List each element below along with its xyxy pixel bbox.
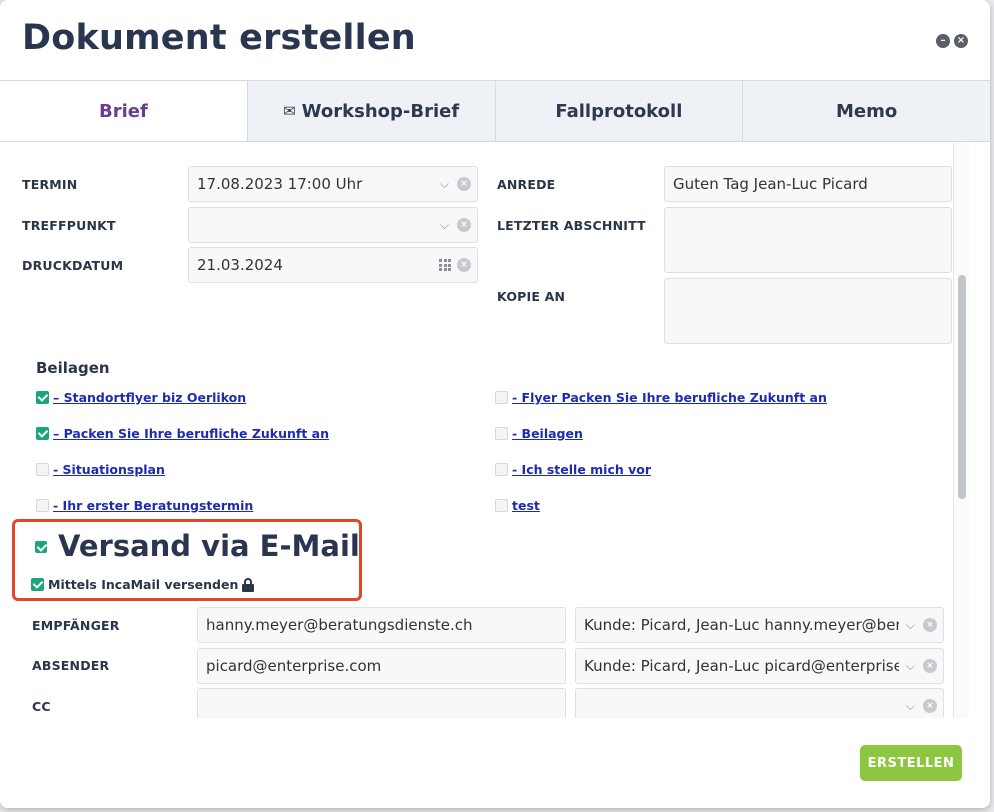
absender-input[interactable]: picard@enterprise.com — [197, 648, 566, 684]
termin-value: 17.08.2023 17:00 Uhr — [197, 175, 363, 193]
clear-icon[interactable]: × — [457, 258, 471, 272]
checkbox[interactable] — [36, 427, 49, 440]
checkbox[interactable] — [31, 578, 44, 591]
kopie-an-label: KOPIE AN — [497, 289, 566, 304]
absender-label: ABSENDER — [32, 658, 110, 673]
druckdatum-value: 21.03.2024 — [197, 256, 283, 274]
beilage-link[interactable]: – Standortflyer biz Oerlikon — [53, 390, 246, 405]
tab-label: Brief — [98, 100, 148, 122]
versand-title: Versand via E-Mail — [58, 529, 360, 563]
document-dialog: Dokument erstellen – × Brief ✉ Workshop-… — [0, 0, 990, 808]
treffpunkt-select[interactable]: ⌵ × — [188, 207, 478, 243]
beilage-link[interactable]: - Ihr erster Beratungstermin — [53, 498, 253, 513]
envelope-icon: ✉ — [283, 102, 296, 120]
window-controls: – × — [936, 34, 968, 48]
minimize-icon[interactable]: – — [936, 34, 950, 48]
clear-icon[interactable]: × — [923, 618, 937, 632]
empfaenger-value: hanny.meyer@beratungsdienste.ch — [206, 616, 473, 634]
calendar-icon[interactable] — [439, 259, 451, 271]
beilage-item[interactable]: – Standortflyer biz Oerlikon — [36, 390, 246, 405]
clear-icon[interactable]: × — [923, 659, 937, 673]
anrede-label: ANREDE — [497, 177, 556, 192]
chevron-down-icon[interactable]: ⌵ — [440, 167, 449, 201]
empfaenger-select-value: Kunde: Picard, Jean-Luc hanny.meyer@bera… — [584, 616, 899, 634]
letzter-abschnitt-textarea[interactable] — [664, 207, 952, 273]
beilage-link[interactable]: - Ich stelle mich vor — [512, 462, 651, 477]
beilage-item[interactable]: test — [495, 498, 540, 513]
chevron-down-icon[interactable]: ⌵ — [906, 608, 915, 642]
beilage-item[interactable]: - Situationsplan — [36, 462, 165, 477]
checkbox[interactable] — [495, 463, 508, 476]
checkbox[interactable] — [36, 463, 49, 476]
absender-value: picard@enterprise.com — [206, 657, 382, 675]
beilagen-title: Beilagen — [36, 359, 110, 377]
beilage-item[interactable]: – Packen Sie Ihre berufliche Zukunft an — [36, 426, 329, 441]
checkbox[interactable] — [35, 541, 47, 553]
chevron-down-icon[interactable]: ⌵ — [906, 649, 915, 683]
scrollbar-thumb[interactable] — [958, 275, 966, 499]
cc-input[interactable] — [197, 688, 566, 718]
checkbox[interactable] — [495, 391, 508, 404]
cc-label: CC — [32, 699, 51, 714]
tab-label: Workshop-Brief — [301, 100, 460, 122]
beilage-link[interactable]: test — [512, 498, 540, 513]
dialog-footer — [0, 718, 990, 808]
beilage-item[interactable]: - Ich stelle mich vor — [495, 462, 651, 477]
dialog-title: Dokument erstellen — [22, 18, 416, 58]
tab-workshop-brief[interactable]: ✉ Workshop-Brief — [246, 81, 495, 141]
beilage-link[interactable]: - Beilagen — [512, 426, 583, 441]
termin-label: TERMIN — [22, 177, 78, 192]
cc-select[interactable]: ⌵ × — [575, 688, 944, 718]
absender-select-value: Kunde: Picard, Jean-Luc picard@enterpris… — [584, 657, 899, 675]
empfaenger-select[interactable]: Kunde: Picard, Jean-Luc hanny.meyer@bera… — [575, 607, 944, 643]
tab-brief[interactable]: Brief — [0, 81, 247, 141]
create-button[interactable]: ERSTELLEN — [860, 745, 962, 781]
checkbox[interactable] — [495, 499, 508, 512]
chevron-down-icon[interactable]: ⌵ — [440, 208, 449, 242]
empfaenger-label: EMPFÄNGER — [32, 618, 120, 633]
letzter-abschnitt-label: LETZTER ABSCHNITT — [497, 218, 646, 233]
beilage-item[interactable]: - Flyer Packen Sie Ihre berufliche Zukun… — [495, 390, 827, 405]
checkbox[interactable] — [36, 499, 49, 512]
beilage-item[interactable]: - Ihr erster Beratungstermin — [36, 498, 253, 513]
tab-fallprotokoll[interactable]: Fallprotokoll — [494, 81, 743, 141]
tab-memo[interactable]: Memo — [742, 81, 990, 141]
beilage-item[interactable]: - Beilagen — [495, 426, 583, 441]
form-content: TERMIN 17.08.2023 17:00 Uhr ⌵ × TREFFPUN… — [0, 143, 990, 718]
tab-label: Memo — [836, 100, 898, 122]
kopie-an-textarea[interactable] — [664, 278, 952, 344]
anrede-input[interactable]: Guten Tag Jean-Luc Picard — [664, 166, 952, 202]
lock-icon — [242, 577, 255, 592]
scrollbar[interactable] — [953, 143, 969, 718]
incamail-label: Mittels IncaMail versenden — [48, 577, 239, 592]
clear-icon[interactable]: × — [457, 177, 471, 191]
tab-bar: Brief ✉ Workshop-Brief Fallprotokoll Mem… — [0, 80, 990, 142]
beilage-link[interactable]: – Packen Sie Ihre berufliche Zukunft an — [53, 426, 329, 441]
close-icon[interactable]: × — [954, 34, 968, 48]
tab-label: Fallprotokoll — [555, 100, 683, 122]
incamail-option[interactable]: Mittels IncaMail versenden — [31, 577, 255, 592]
clear-icon[interactable]: × — [923, 699, 937, 713]
empfaenger-input[interactable]: hanny.meyer@beratungsdienste.ch — [197, 607, 566, 643]
beilage-link[interactable]: - Flyer Packen Sie Ihre berufliche Zukun… — [512, 390, 827, 405]
termin-select[interactable]: 17.08.2023 17:00 Uhr ⌵ × — [188, 166, 478, 202]
clear-icon[interactable]: × — [457, 218, 471, 232]
beilage-link[interactable]: - Situationsplan — [53, 462, 165, 477]
checkbox[interactable] — [36, 391, 49, 404]
druckdatum-label: DRUCKDATUM — [22, 258, 124, 273]
anrede-value: Guten Tag Jean-Luc Picard — [673, 175, 868, 193]
druckdatum-input[interactable]: 21.03.2024 × — [188, 247, 478, 283]
versand-toggle[interactable] — [35, 541, 51, 553]
checkbox[interactable] — [495, 427, 508, 440]
treffpunkt-label: TREFFPUNKT — [22, 218, 116, 233]
chevron-down-icon[interactable]: ⌵ — [906, 689, 915, 718]
absender-select[interactable]: Kunde: Picard, Jean-Luc picard@enterpris… — [575, 648, 944, 684]
